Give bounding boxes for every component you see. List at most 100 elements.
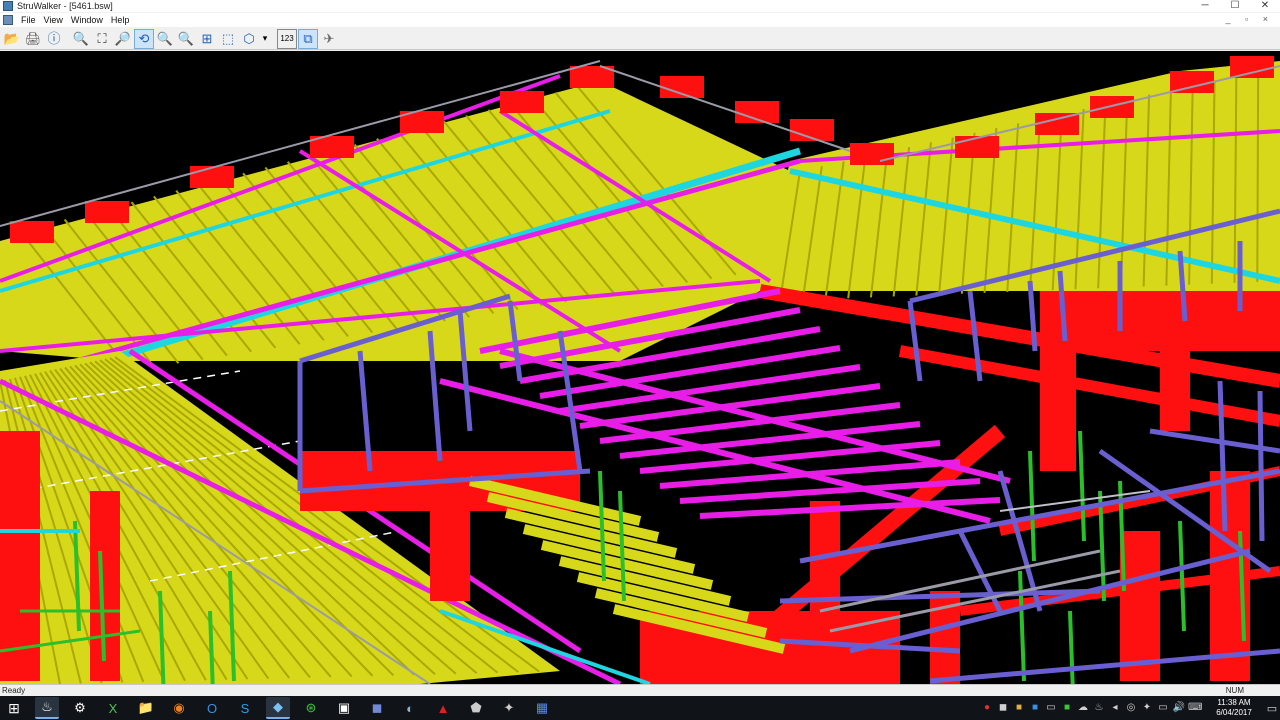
zoom-out-button[interactable]: 🔍 [176,29,196,49]
taskbar-acrobat[interactable]: ▲ [431,697,455,719]
deck-rib [1256,70,1260,282]
taskbar-tools[interactable]: ✦ [497,697,521,719]
media-icon: ◐ [406,700,414,716]
numbering-button[interactable]: 123 [277,28,297,49]
tray-app2-icon[interactable]: ✦ [1140,701,1154,715]
taskbar-security[interactable]: ⬟ [464,697,488,719]
tray-battery-icon[interactable]: ▭ [1156,701,1170,715]
terminal-icon: ▣ [337,700,351,715]
taskbar-terminal[interactable]: ▣ [332,697,356,719]
info-button[interactable]: ⓘ [44,29,64,49]
zoom-window-icon: ⛶ [97,31,107,46]
tray-onedrive-icon[interactable]: ▭ [1044,701,1058,715]
brace-blue [1257,390,1265,542]
open-button[interactable]: 📂 [2,29,22,49]
parapet-block [500,91,544,113]
steam-icon: ♨ [41,699,53,714]
window-title: StruWalker - [5461.bsw] [17,1,113,11]
outlook-icon: O [206,700,218,716]
viewer-icon: ▦ [535,700,549,715]
print-button[interactable]: 🖨 [23,29,43,49]
xbox-icon: ⊛ [305,700,317,715]
minimize-button[interactable]: ─ [1190,0,1220,12]
walk-icon: ✈ [323,31,335,46]
tray-volume-icon[interactable]: 🔊 [1172,701,1186,715]
zoom-extents-icon: 🔎 [114,31,132,46]
notification-center-icon[interactable]: ▭ [1264,702,1280,715]
tray-outlook-icon[interactable]: ■ [1028,701,1042,715]
zoom-extents-button[interactable]: 🔎 [113,29,133,49]
taskbar-viewer[interactable]: ▦ [530,697,554,719]
orbit-icon: ⟲ [138,31,150,46]
tray-steam-icon[interactable]: ♨ [1092,701,1106,715]
system-tray: ● ◼ ■ ■ ▭ ■ ☁ ♨ ◂ ◎ ✦ ▭ 🔊 ⌨ 11:38 AM 6/0… [980,696,1280,720]
taskbar-struwalker[interactable]: ◆ [266,697,290,719]
column-green [598,470,606,582]
taskbar-outlook[interactable]: O [200,697,224,719]
view-dropdown-button[interactable]: ▾ [260,29,270,49]
pan-zoom-button[interactable]: 🔍 [155,29,175,49]
mdi-controls[interactable]: _ ▫ × [1226,14,1274,24]
tray-chevron-icon[interactable]: ◂ [1108,701,1122,715]
struwalker-icon: ◆ [273,699,283,714]
tray-green-app-icon[interactable]: ■ [1060,701,1074,715]
taskbar-xbox[interactable]: ⊛ [299,697,323,719]
menu-help[interactable]: Help [111,15,130,25]
3d-model-viewport[interactable] [0,51,1280,684]
section-box-button[interactable]: ⬚ [218,29,238,49]
parapet-block [955,136,999,158]
num-lock-indicator: NUM [1225,686,1244,695]
close-button[interactable]: ✕ [1250,0,1280,12]
start-button[interactable]: ⊞ [2,697,26,719]
column-green [1068,610,1075,684]
brace-blue [849,548,1251,654]
menu-bar: File View Window Help _ ▫ × [0,13,1280,27]
maximize-button[interactable]: ☐ [1220,0,1250,12]
taskbar-excel[interactable]: X [101,697,125,719]
zoom-in-button[interactable]: 🔍 [71,29,91,49]
orbit-button[interactable]: ⟲ [134,28,154,49]
taskbar-skype[interactable]: S [233,697,257,719]
excel-icon: X [108,700,118,716]
open-icon: 📂 [3,31,21,46]
taskbar-discord[interactable]: ◼ [365,697,389,719]
3d-view-button[interactable]: ⬡ [239,29,259,49]
print-icon: 🖨 [24,31,42,46]
tray-discord-icon[interactable]: ◼ [996,701,1010,715]
tray-keyboard-icon[interactable]: ⌨ [1188,701,1202,715]
taskbar-settings[interactable]: ⚙ [68,697,92,719]
zoom-window-button[interactable]: ⛶ [92,29,112,49]
frame-red [1040,331,1076,471]
deck-upper-right [760,61,1280,291]
status-bar: Ready NUM [0,684,1280,696]
walk-button[interactable]: ✈ [319,29,339,49]
clip-icon: ⧉ [303,31,313,46]
structural-model-render[interactable] [0,51,1280,684]
toolbar: 📂 🖨 ⓘ 🔍 ⛶ 🔎 ⟲ 🔍 🔍 ⊞ ⬚ ⬡ ▾ 123 ⧉ ✈ [0,28,1280,50]
taskbar-steam[interactable]: ♨ [35,697,59,719]
section-box-icon: ⬚ [221,31,235,46]
column-green [1178,520,1186,632]
taskbar-explorer[interactable]: 📁 [134,697,158,719]
parapet-block [85,201,129,223]
file-explorer-icon: 📁 [137,700,155,715]
title-bar: StruWalker - [5461.bsw] ─ ☐ ✕ [0,0,1280,12]
brace-blue [799,468,1280,564]
zoom-in-icon: 🔍 [72,31,90,46]
tray-network-icon[interactable]: ◎ [1124,701,1138,715]
menu-view[interactable]: View [44,15,63,25]
parapet-block [1230,56,1274,78]
tray-app-icon[interactable]: ● [980,701,994,715]
tray-cloud-icon[interactable]: ☁ [1076,701,1090,715]
column-green [1078,430,1086,542]
app-settings-icon: ⚙ [74,700,86,715]
taskbar-firefox[interactable]: ◉ [167,697,191,719]
menu-window[interactable]: Window [71,15,103,25]
taskbar-clock[interactable]: 11:38 AM 6/04/2017 [1204,698,1264,718]
tray-folder-icon[interactable]: ■ [1012,701,1026,715]
taskbar-media[interactable]: ◐ [398,697,422,719]
menu-file[interactable]: File [21,15,36,25]
clip-button[interactable]: ⧉ [298,28,318,49]
document-icon[interactable] [3,15,13,25]
box-select-button[interactable]: ⊞ [197,29,217,49]
